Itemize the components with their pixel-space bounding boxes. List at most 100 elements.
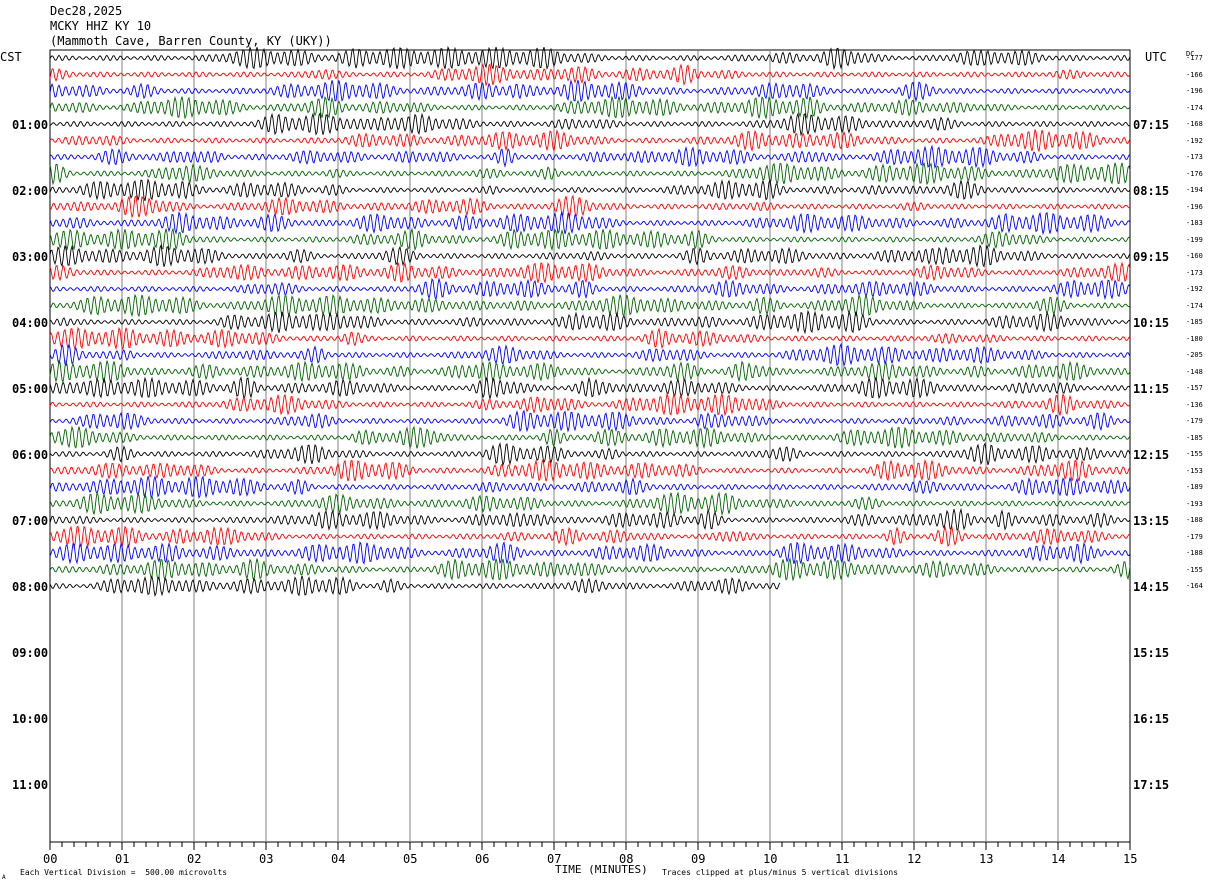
left-hour-label: 08:00	[12, 580, 49, 594]
left-hour-label: 11:00	[12, 778, 49, 792]
clip-note: Traces clipped at plus/minus 5 vertical …	[662, 868, 899, 877]
dc-offset-label: -177	[1186, 54, 1203, 62]
trace-row-13	[49, 243, 1131, 268]
seismic-traces	[49, 45, 1131, 598]
x-axis-title: TIME (MINUTES)	[555, 863, 648, 876]
dc-offset-label: -205	[1186, 351, 1203, 359]
right-hour-label: 09:15	[1133, 250, 1170, 264]
time-axis	[49, 842, 1131, 850]
x-tick-label: 02	[187, 852, 202, 866]
trace-row-33	[49, 575, 781, 598]
x-tick-label: 01	[115, 852, 130, 866]
trace-row-9	[49, 178, 1131, 202]
dc-offset-label: -155	[1186, 565, 1203, 574]
right-hour-label: 07:15	[1133, 118, 1170, 132]
left-hour-label: 09:00	[12, 646, 49, 660]
dc-offset-label: -136	[1186, 400, 1203, 409]
dc-offset-label: -157	[1186, 384, 1203, 392]
x-tick-label: 13	[979, 852, 994, 866]
left-hour-label: 10:00	[12, 712, 49, 726]
plot-frame	[49, 49, 1131, 843]
dc-offset-label: -183	[1186, 219, 1203, 227]
left-hour-label: 01:00	[12, 118, 49, 132]
dc-offset-label: -160	[1186, 252, 1203, 260]
scale-note: Each Vertical Division = 500.00 microvol…	[20, 868, 228, 877]
location-label: (Mammoth Cave, Barren County, KY (UKY))	[50, 34, 332, 48]
dc-offset-label: -196	[1186, 87, 1203, 95]
trace-row-2	[49, 63, 1131, 87]
x-tick-label: 04	[331, 852, 346, 866]
x-tick-label: 15	[1123, 852, 1138, 866]
dc-offset-label: -189	[1186, 483, 1203, 491]
trace-row-30	[49, 525, 1131, 549]
dc-offset-label: -188	[1186, 549, 1203, 557]
trace-row-28	[49, 491, 1131, 517]
trace-row-10	[49, 194, 1131, 219]
right-hour-label: 17:15	[1133, 778, 1170, 792]
right-hour-label: 15:15	[1133, 646, 1170, 660]
x-tick-label: 12	[907, 852, 922, 866]
x-tick-label: 14	[1051, 852, 1066, 866]
right-hour-label: 12:15	[1133, 448, 1170, 462]
dc-offset-label: -176	[1186, 169, 1203, 178]
right-timezone-label: UTC	[1145, 50, 1167, 64]
x-tick-label: 06	[475, 852, 490, 866]
corner-mark: A	[2, 874, 6, 881]
trace-row-29	[49, 507, 1131, 531]
trace-row-7	[49, 144, 1131, 170]
dc-offset-label: -148	[1186, 367, 1203, 376]
dc-offset-label: -164	[1186, 582, 1203, 590]
right-hour-label: 08:15	[1133, 184, 1170, 198]
dc-offset-label: -153	[1186, 466, 1203, 475]
trace-row-6	[49, 128, 1131, 153]
dc-offset-label: -194	[1186, 186, 1203, 194]
dc-offset-label: -192	[1186, 285, 1203, 293]
left-hour-label: 07:00	[12, 514, 49, 528]
trace-row-4	[49, 95, 1131, 120]
dc-offset-label: -166	[1186, 70, 1203, 79]
x-tick-label: 09	[691, 852, 706, 866]
dc-offset-label: -196	[1186, 202, 1203, 211]
right-hour-label: 13:15	[1133, 514, 1170, 528]
x-tick-label: 05	[403, 852, 418, 866]
trace-row-27	[49, 475, 1131, 499]
right-hour-label: 10:15	[1133, 316, 1170, 330]
left-hour-label: 04:00	[12, 316, 49, 330]
dc-offset-label: -180	[1186, 334, 1203, 343]
trace-row-19	[49, 342, 1131, 368]
trace-row-23	[49, 409, 1131, 433]
trace-row-17	[49, 309, 1131, 335]
dc-offset-label: -173	[1186, 153, 1203, 161]
dc-offset-label: -155	[1186, 450, 1203, 458]
station-label: MCKY HHZ KY 10	[50, 19, 152, 33]
trace-row-14	[49, 261, 1131, 284]
trace-row-21	[49, 376, 1131, 400]
left-hour-label: 02:00	[12, 184, 49, 198]
trace-row-15	[49, 277, 1131, 301]
dc-offset-label: -185	[1186, 318, 1203, 326]
left-hour-label: 03:00	[12, 250, 49, 264]
dc-offset-label: -174	[1186, 103, 1203, 112]
trace-row-22	[49, 391, 1131, 417]
x-tick-label: 00	[43, 852, 58, 866]
trace-row-18	[49, 326, 1131, 351]
x-tick-label: 03	[259, 852, 274, 866]
date-label: Dec28,2025	[50, 4, 123, 18]
trace-row-3	[49, 78, 1131, 103]
x-tick-label: 11	[835, 852, 850, 866]
dc-offset-label: -174	[1186, 301, 1203, 310]
left-hour-label: 06:00	[12, 448, 49, 462]
dc-offset-label: -185	[1186, 433, 1203, 442]
trace-row-24	[49, 425, 1131, 450]
dc-offset-label: -188	[1186, 516, 1203, 524]
dc-offset-label: -168	[1186, 120, 1203, 128]
helicorder-plot	[49, 45, 1131, 850]
left-hour-label: 05:00	[12, 382, 49, 396]
dc-offset-label: -179	[1186, 417, 1203, 425]
dc-offset-label: -193	[1186, 499, 1203, 508]
trace-row-32	[49, 557, 1131, 582]
dc-offset-label: -173	[1186, 268, 1203, 277]
trace-row-5	[49, 112, 1131, 137]
trace-row-16	[49, 293, 1131, 318]
dc-offset-label: -192	[1186, 136, 1203, 145]
